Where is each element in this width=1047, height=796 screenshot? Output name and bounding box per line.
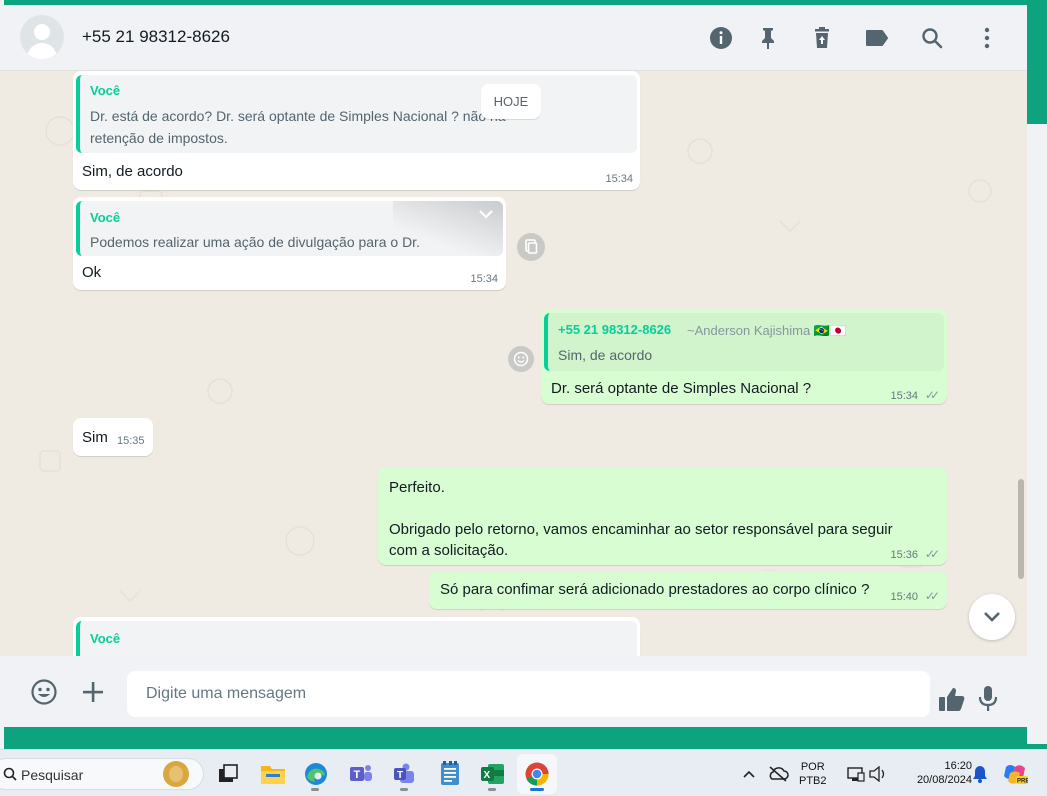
- message-list[interactable]: Você Dr. está de acordo? Dr. será optant…: [0, 71, 1027, 656]
- message-time: 15:34: [605, 173, 633, 185]
- message-text: Dr. será optante de Simples Nacional ?: [551, 380, 812, 397]
- read-ticks-icon: ✓✓: [924, 547, 940, 561]
- attach-plus-icon[interactable]: [78, 677, 108, 707]
- message-bubble[interactable]: +55 21 98312-8626 ~Anderson Kajishima 🇧🇷…: [541, 309, 947, 404]
- svg-text:X: X: [484, 770, 491, 781]
- search-icon: [3, 767, 17, 786]
- svg-text:PRE: PRE: [1017, 779, 1028, 785]
- message-text: com a solicitação.: [389, 542, 509, 559]
- avatar[interactable]: [20, 15, 64, 59]
- message-text: Perfeito.: [389, 479, 445, 496]
- read-ticks-icon: ✓✓: [924, 589, 940, 603]
- taskbar-search[interactable]: Pesquisar: [0, 758, 204, 790]
- window-right-edge: [1027, 0, 1047, 796]
- message-time: 15:34: [470, 273, 498, 285]
- quoted-message[interactable]: Você Podemos realizar uma ação de divulg…: [76, 201, 503, 256]
- contact-name[interactable]: +55 21 98312-8626: [82, 27, 230, 47]
- message-text: Só para confimar será adicionado prestad…: [440, 581, 870, 598]
- task-view-icon[interactable]: [214, 760, 242, 788]
- message-text: Ok: [82, 264, 102, 281]
- message-bubble[interactable]: Você: [73, 617, 640, 656]
- emoji-react-icon[interactable]: [508, 346, 534, 372]
- teams-icon[interactable]: T: [347, 760, 375, 788]
- quote-text: retenção de impostos.: [90, 130, 228, 146]
- chat-header: +55 21 98312-8626: [0, 5, 1027, 71]
- composer: [0, 656, 1027, 727]
- message-text: Obrigado pelo retorno, vamos encaminhar …: [389, 521, 893, 538]
- quote-text: Podemos realizar uma ação de divulgação …: [90, 234, 420, 250]
- message-text: Sim, de acordo: [82, 163, 183, 180]
- volume-icon[interactable]: [864, 760, 892, 788]
- onedrive-off-icon[interactable]: [764, 760, 792, 788]
- chevron-down-icon[interactable]: [477, 207, 495, 225]
- thumbs-up-icon[interactable]: [937, 684, 967, 714]
- scroll-down-button[interactable]: [969, 594, 1015, 640]
- quoted-message[interactable]: +55 21 98312-8626 ~Anderson Kajishima 🇧🇷…: [544, 313, 944, 371]
- teams-work-icon[interactable]: T: [391, 760, 419, 788]
- svg-text:T: T: [354, 769, 361, 781]
- quote-number: +55 21 98312-8626: [558, 322, 672, 337]
- message-bubble[interactable]: Sim 15:35: [73, 418, 153, 456]
- forward-icon[interactable]: [517, 233, 545, 261]
- quote-text: Dr. está de acordo? Dr. será optante de …: [90, 108, 506, 124]
- trash-icon[interactable]: [807, 23, 837, 53]
- scrollbar[interactable]: [1018, 479, 1024, 579]
- emoji-icon[interactable]: [29, 677, 59, 707]
- quote-author: ~Anderson Kajishima 🇧🇷🇯🇵: [687, 323, 847, 338]
- message-bubble[interactable]: Perfeito. Obrigado pelo retorno, vamos e…: [378, 467, 947, 565]
- quoted-message[interactable]: Você Dr. está de acordo? Dr. será optant…: [76, 75, 637, 153]
- search-highlight-icon: [163, 761, 189, 787]
- read-ticks-icon: ✓✓: [924, 388, 940, 402]
- notification-bell-icon[interactable]: [966, 760, 994, 788]
- quote-author: Você: [90, 83, 121, 98]
- quote-author: Você: [90, 631, 121, 646]
- notepad-icon[interactable]: [436, 760, 464, 788]
- chevron-up-icon[interactable]: [735, 760, 763, 788]
- input-language[interactable]: POR PTB2: [799, 760, 827, 788]
- message-time: 15:40: [890, 591, 918, 603]
- message-text: Sim: [82, 429, 108, 446]
- info-icon[interactable]: [706, 23, 736, 53]
- excel-icon[interactable]: X: [479, 760, 507, 788]
- label-icon[interactable]: [862, 23, 892, 53]
- svg-text:T: T: [397, 770, 403, 781]
- file-explorer-icon[interactable]: [259, 760, 287, 788]
- quote-text: Sim, de acordo: [558, 347, 653, 363]
- taskbar: Pesquisar T T X POR PTB2 16:20 20/08/202…: [0, 749, 1047, 796]
- message-bubble[interactable]: Você Podemos realizar uma ação de divulg…: [73, 197, 506, 290]
- edge-icon[interactable]: [302, 760, 330, 788]
- quoted-message[interactable]: Você: [76, 621, 637, 656]
- message-input[interactable]: [127, 671, 930, 717]
- copilot-icon[interactable]: PRE: [1001, 760, 1029, 788]
- clock[interactable]: 16:20 20/08/2024: [898, 759, 972, 787]
- microphone-icon[interactable]: [973, 684, 1003, 714]
- pin-icon[interactable]: [753, 23, 783, 53]
- whatsapp-window: +55 21 98312-8626 Você Dr. está de acord…: [0, 5, 1027, 727]
- search-icon[interactable]: [917, 23, 947, 53]
- search-label: Pesquisar: [21, 767, 84, 783]
- message-time: 15:34: [890, 390, 918, 402]
- menu-icon[interactable]: [972, 23, 1002, 53]
- day-separator: HOJE: [481, 84, 541, 119]
- message-time: 15:35: [117, 435, 145, 447]
- message-bubble[interactable]: Só para confimar será adicionado prestad…: [429, 571, 947, 609]
- quote-author: Você: [90, 210, 121, 225]
- message-bubble[interactable]: Você Dr. está de acordo? Dr. será optant…: [73, 71, 640, 190]
- chrome-icon[interactable]: [523, 760, 551, 788]
- message-time: 15:36: [890, 549, 918, 561]
